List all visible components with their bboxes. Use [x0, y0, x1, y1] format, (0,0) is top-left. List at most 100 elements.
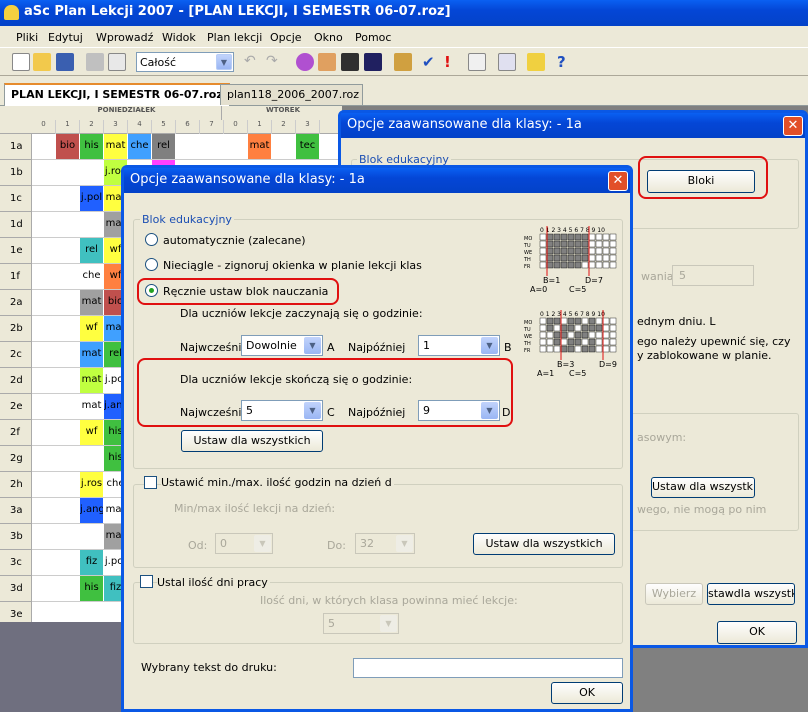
class-row-label[interactable]: 1b — [0, 160, 32, 186]
view-scope-select[interactable]: Całość ▼ — [136, 52, 234, 72]
menu-pliki[interactable]: Pliki — [16, 31, 38, 44]
report-icon[interactable] — [468, 53, 486, 71]
lesson-card[interactable]: j.ang — [80, 498, 103, 523]
class-row-label[interactable]: 2f — [0, 420, 32, 446]
print-text-input[interactable] — [353, 658, 623, 678]
class-row-label[interactable]: 2g — [0, 446, 32, 472]
open-folder-icon[interactable] — [33, 53, 51, 71]
radio-auto[interactable] — [145, 233, 158, 246]
save-icon[interactable] — [56, 53, 74, 71]
class-row-label[interactable]: 2a — [0, 290, 32, 316]
new-file-icon[interactable] — [12, 53, 30, 71]
lesson-card[interactable]: his — [80, 576, 103, 601]
lesson-card[interactable]: wf — [80, 420, 103, 445]
menu-plan-lekcji[interactable]: Plan lekcji — [207, 31, 262, 44]
class-icon[interactable] — [364, 53, 382, 71]
od-select[interactable]: 0 ▼ — [215, 533, 273, 554]
chart-icon[interactable] — [498, 53, 516, 71]
lesson-card[interactable]: bio — [56, 134, 79, 159]
radio-nieciagle[interactable] — [145, 258, 158, 271]
print-icon[interactable] — [86, 53, 104, 71]
class-row-label[interactable]: 3d — [0, 576, 32, 602]
bell-icon[interactable] — [4, 5, 19, 20]
class-row-label[interactable]: 2e — [0, 394, 32, 420]
lesson-card[interactable]: rel — [152, 134, 175, 159]
class-row-label[interactable]: 1f — [0, 264, 32, 290]
chevron-down-icon[interactable]: ▼ — [380, 615, 397, 632]
class-row-label[interactable]: 2h — [0, 472, 32, 498]
class-row-label[interactable]: 1d — [0, 212, 32, 238]
print-preview-icon[interactable] — [108, 53, 126, 71]
lesson-card[interactable]: mat — [104, 134, 127, 159]
lesson-card[interactable]: che — [80, 264, 103, 289]
graduate-cap-icon[interactable] — [341, 53, 359, 71]
class-row-label[interactable]: 1e — [0, 238, 32, 264]
tab-plan-lekcji[interactable]: PLAN LEKCJI, I SEMESTR 06-07.roz — [4, 83, 230, 106]
diagram-cell — [602, 254, 610, 262]
ustaw-dla-wszystkich-button[interactable]: Ustaw dla wszystkich — [181, 430, 323, 452]
class-row-label[interactable]: 1a — [0, 134, 32, 160]
lesson-card[interactable]: rel — [80, 238, 103, 263]
lesson-card[interactable]: che — [128, 134, 151, 159]
close-icon[interactable]: ✕ — [783, 116, 803, 136]
help-icon[interactable]: ? — [557, 53, 575, 71]
class-row-label[interactable]: 3a — [0, 498, 32, 524]
start-latest-select[interactable]: 1 ▼ — [418, 335, 500, 356]
lesson-card[interactable]: mat — [80, 342, 103, 367]
chevron-down-icon[interactable]: ▼ — [216, 54, 232, 70]
lesson-card[interactable]: wf — [80, 316, 103, 341]
close-icon[interactable]: ✕ — [608, 171, 628, 191]
chevron-down-icon[interactable]: ▼ — [396, 535, 413, 552]
menu-okno[interactable]: Okno — [314, 31, 343, 44]
lesson-card[interactable]: mat — [80, 290, 103, 315]
lesson-card[interactable]: tec — [296, 134, 319, 159]
dni-checkbox[interactable] — [140, 575, 153, 588]
class-row-label[interactable]: 3b — [0, 524, 32, 550]
chevron-down-icon[interactable]: ▼ — [481, 337, 498, 354]
warning-icon[interactable]: ! — [444, 53, 462, 71]
wybierz-button[interactable]: Wybierz — [645, 583, 703, 605]
menu-opcje[interactable]: Opcje — [270, 31, 302, 44]
class-row-label[interactable]: 3c — [0, 550, 32, 576]
lesson-card[interactable]: mat — [80, 394, 103, 419]
tab-plan118[interactable]: plan118_2006_2007.roz — [220, 84, 363, 105]
class-row-label[interactable]: 3e — [0, 602, 32, 622]
chevron-down-icon[interactable]: ▼ — [254, 535, 271, 552]
teacher-icon[interactable] — [318, 53, 336, 71]
lesson-card[interactable]: mat — [248, 134, 271, 159]
menu-pomoc[interactable]: Pomoc — [355, 31, 391, 44]
ok-button[interactable]: OK — [551, 682, 623, 704]
undo-icon[interactable]: ↶ — [244, 53, 262, 71]
lesson-card[interactable]: fiz — [80, 550, 103, 575]
diagram-cell — [588, 240, 596, 248]
class-row-label[interactable]: 1c — [0, 186, 32, 212]
back-ok-button[interactable]: OK — [717, 621, 797, 644]
do-select[interactable]: 32 ▼ — [355, 533, 415, 554]
gem-icon[interactable] — [296, 53, 314, 71]
back-ustaw-button[interactable]: Ustaw dla wszystkich — [651, 477, 755, 498]
check-icon[interactable]: ✔ — [422, 53, 440, 71]
lesson-card[interactable]: mat — [80, 368, 103, 393]
redo-icon[interactable]: ↷ — [266, 53, 284, 71]
hand-icon[interactable] — [527, 53, 545, 71]
dni-select[interactable]: 5 ▼ — [323, 613, 399, 634]
class-row-label[interactable]: 2d — [0, 368, 32, 394]
start-earliest-select[interactable]: Dowolnie ▼ — [241, 335, 323, 356]
building-icon[interactable] — [394, 53, 412, 71]
menu-widok[interactable]: Widok — [162, 31, 196, 44]
diagram-cell — [574, 254, 582, 262]
class-row-label[interactable]: 2c — [0, 342, 32, 368]
partial-field[interactable]: 5 — [672, 265, 754, 286]
diagram-cell — [574, 247, 582, 255]
lesson-card[interactable]: his — [80, 134, 103, 159]
menu-edytuj[interactable]: Edytuj — [48, 31, 83, 44]
chevron-down-icon[interactable]: ▼ — [304, 337, 321, 354]
diagram-cell — [553, 261, 561, 269]
ustaw-dla-wszystkich-button-2[interactable]: Ustaw dla wszystkich — [473, 533, 615, 555]
class-row-label[interactable]: 2b — [0, 316, 32, 342]
lesson-card[interactable]: j.ros — [80, 472, 103, 497]
lesson-card[interactable]: j.pol — [80, 186, 103, 211]
minmax-checkbox[interactable] — [144, 476, 157, 489]
menu-wprowadz[interactable]: Wprowadź — [96, 31, 153, 44]
back-ustaw-button-2[interactable]: stawdla wszystkich — [707, 583, 795, 605]
